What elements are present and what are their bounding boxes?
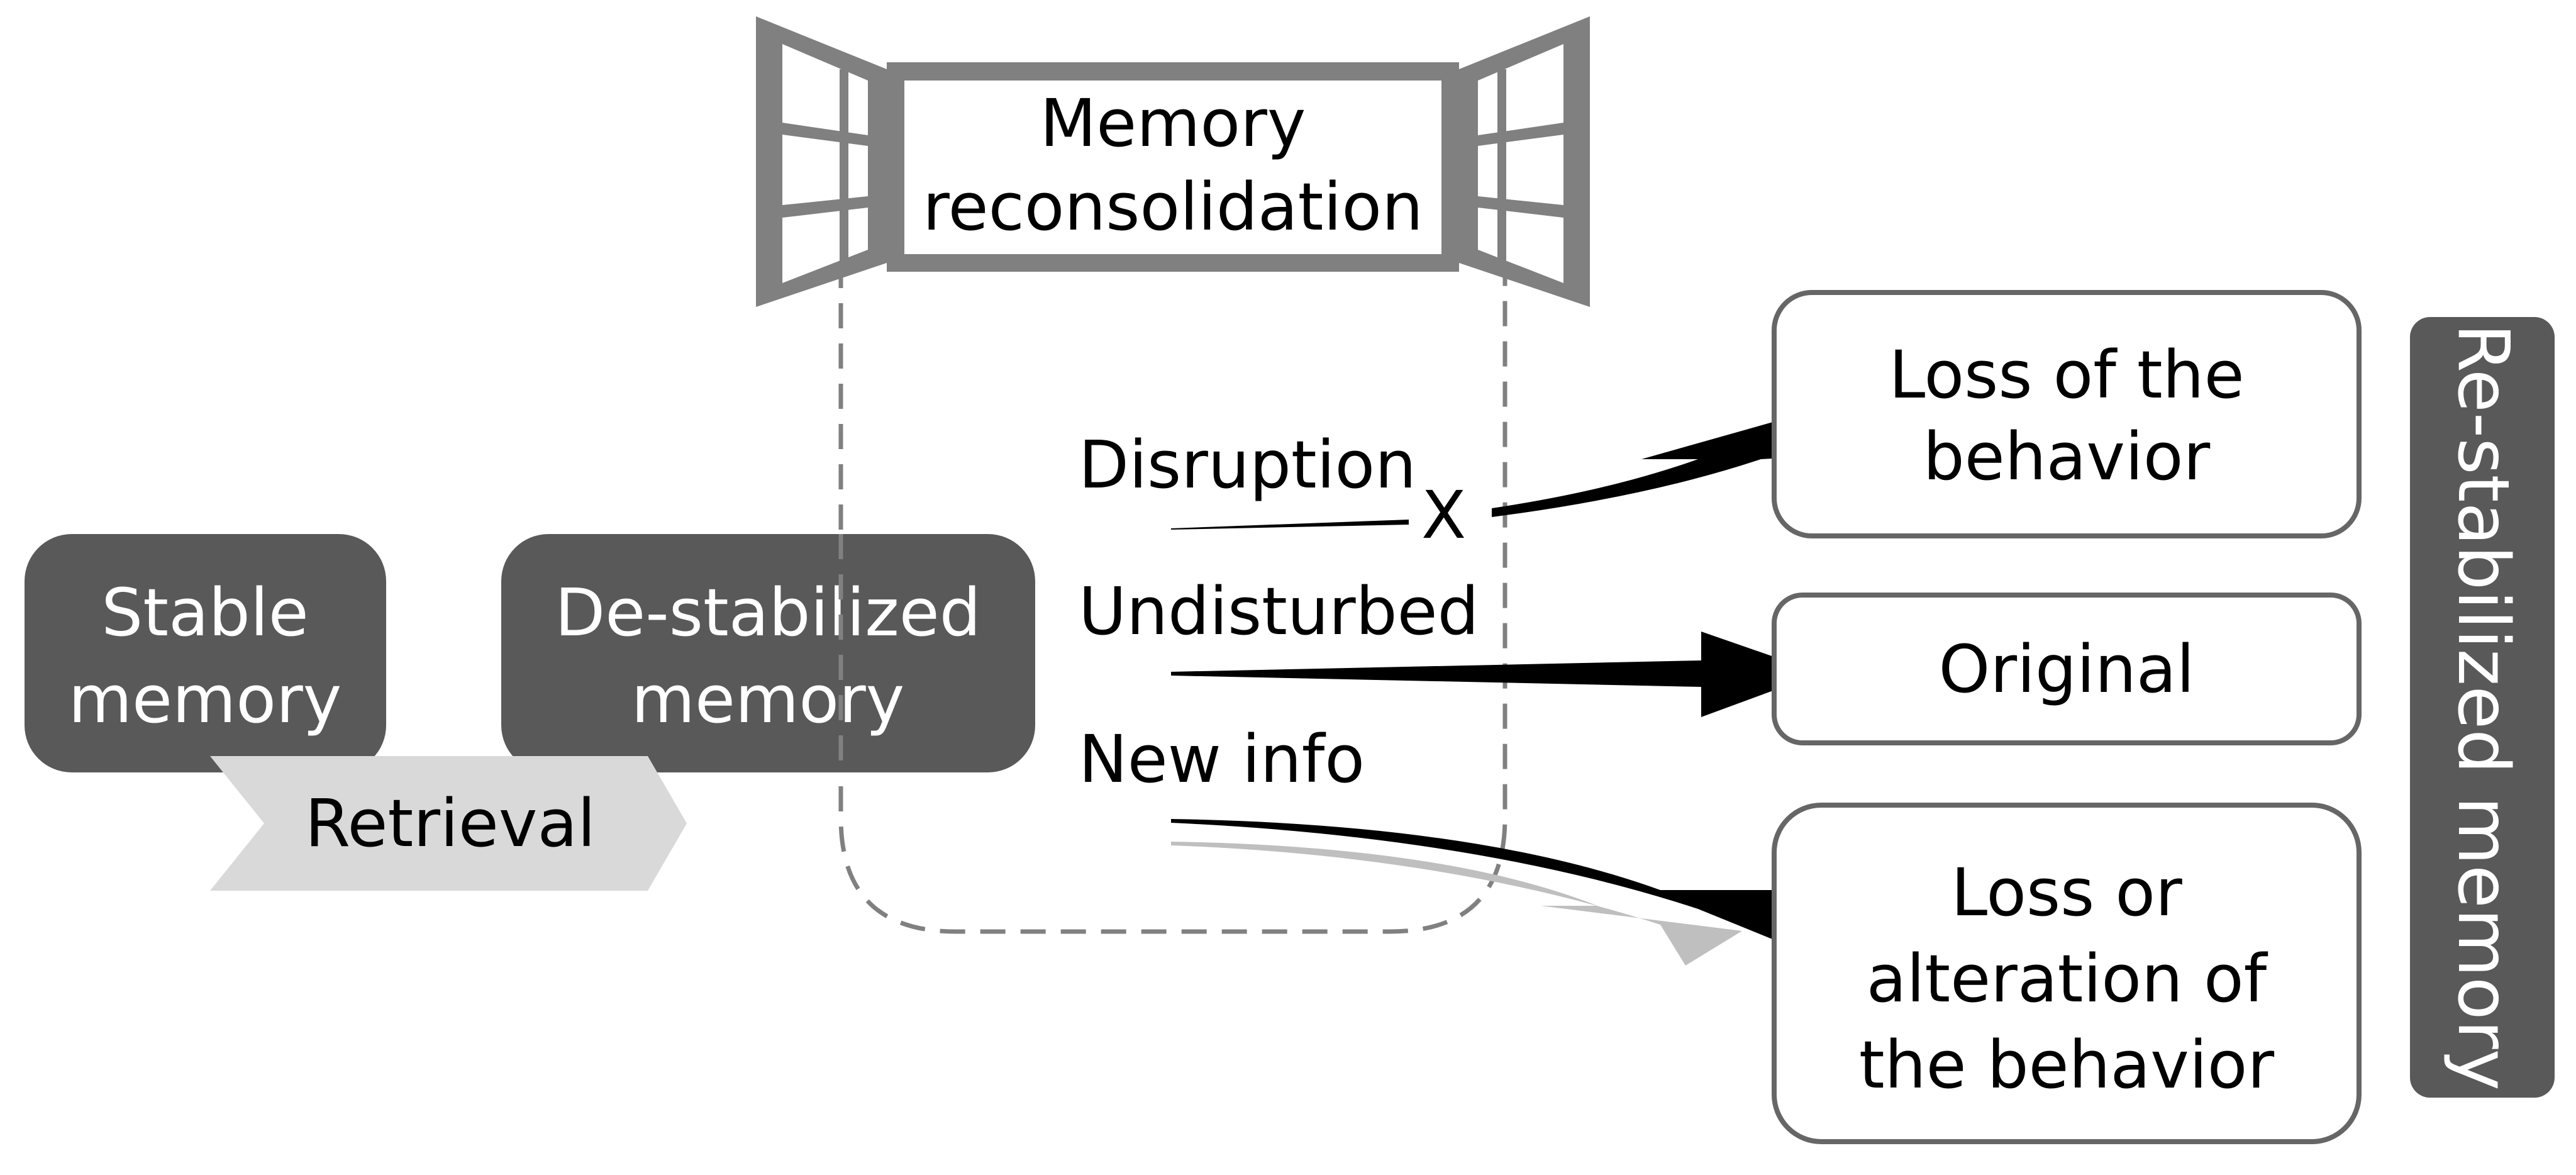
restabilized-memory-label: Re-stabilized memory (2442, 323, 2524, 1091)
window-icon (756, 16, 1590, 307)
disruption-stub-line (1171, 520, 1409, 530)
reconsolidation-title-line-1: Memory (1040, 85, 1306, 162)
destabilized-memory-node: De-stabilized memory (501, 534, 1035, 772)
outcome-alteration-line-3: the behavior (1859, 1027, 2274, 1103)
outcome-original-label: Original (1939, 631, 2195, 708)
outcome-alteration-line-1: Loss or (1951, 854, 2182, 931)
new-info-ghost-arrow (1171, 842, 1742, 966)
outcome-loss-line-2: behavior (1923, 418, 2211, 495)
stable-memory-node: Stable memory (25, 534, 386, 772)
stable-memory-line-1: Stable (101, 574, 308, 651)
stable-memory-line-2: memory (69, 661, 342, 738)
reconsolidation-title-line-2: reconsolidation (923, 169, 1423, 245)
destabilized-memory-line-1: De-stabilized (555, 574, 981, 651)
diagram-canvas: Stable memory De-stabilized memory Retri… (25, 16, 2555, 1144)
retrieval-label: Retrieval (305, 785, 596, 862)
disruption-block-icon: X (1421, 477, 1466, 554)
outcome-loss-node: Loss of the behavior (1772, 290, 2362, 538)
outcome-alteration-node: Loss or alteration of the behavior (1772, 803, 2362, 1144)
condition-undisturbed: Undisturbed (1079, 573, 1479, 650)
outcome-alteration-line-2: alteration of (1867, 940, 2268, 1017)
outcome-original-node: Original (1772, 593, 2362, 745)
destabilized-memory-line-2: memory (631, 661, 905, 738)
condition-new-info: New info (1079, 721, 1365, 798)
restabilized-memory-node: Re-stabilized memory (2410, 317, 2555, 1098)
outcome-loss-line-1: Loss of the (1889, 337, 2244, 413)
condition-disruption: Disruption (1079, 426, 1416, 503)
retrieval-edge: Retrieval (210, 756, 687, 891)
